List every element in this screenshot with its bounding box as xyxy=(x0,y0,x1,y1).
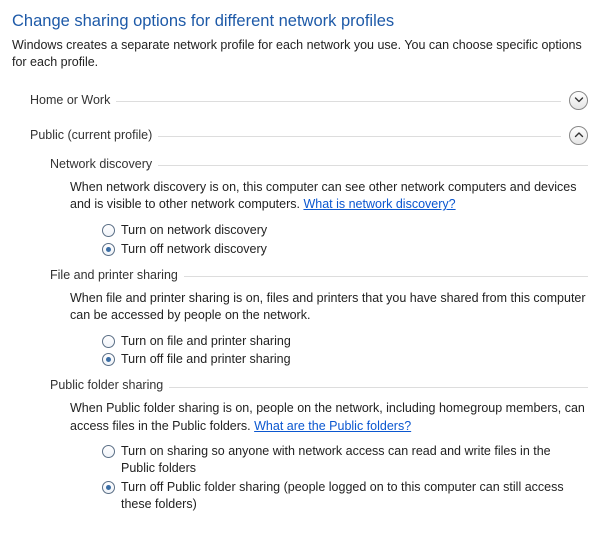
profile-public: Public (current profile) Network discove… xyxy=(12,124,588,513)
profile-home-or-work-header[interactable]: Home or Work xyxy=(30,89,588,112)
divider xyxy=(169,387,588,388)
radio-label: Turn on file and printer sharing xyxy=(121,333,588,350)
radio-file-printer-off[interactable]: Turn off file and printer sharing xyxy=(102,351,588,368)
divider xyxy=(158,165,588,166)
divider xyxy=(184,276,588,277)
link-what-are-public-folders[interactable]: What are the Public folders? xyxy=(254,419,411,433)
radio-file-printer-on[interactable]: Turn on file and printer sharing xyxy=(102,333,588,350)
radio-public-folder-off[interactable]: Turn off Public folder sharing (people l… xyxy=(102,479,588,513)
chevron-up-icon[interactable] xyxy=(569,126,588,145)
radio-label: Turn on network discovery xyxy=(121,222,588,239)
chevron-down-icon[interactable] xyxy=(569,91,588,110)
profile-public-header[interactable]: Public (current profile) xyxy=(30,124,588,147)
section-network-discovery: Network discovery When network discovery… xyxy=(50,157,588,258)
radio-network-discovery-off[interactable]: Turn off network discovery xyxy=(102,241,588,258)
radio-icon xyxy=(102,445,115,458)
profile-public-title: Public (current profile) xyxy=(30,128,152,142)
radio-label: Turn off file and printer sharing xyxy=(121,351,588,368)
page-title: Change sharing options for different net… xyxy=(12,12,588,31)
profile-home-or-work-title: Home or Work xyxy=(30,93,110,107)
radio-label: Turn off Public folder sharing (people l… xyxy=(121,479,588,513)
section-network-discovery-desc: When network discovery is on, this compu… xyxy=(70,179,588,214)
radio-label: Turn on sharing so anyone with network a… xyxy=(121,443,588,477)
section-file-printer-sharing-desc: When file and printer sharing is on, fil… xyxy=(70,290,588,325)
section-file-printer-sharing-title: File and printer sharing xyxy=(50,268,178,282)
radio-label: Turn off network discovery xyxy=(121,241,588,258)
divider xyxy=(116,101,561,102)
radio-network-discovery-on[interactable]: Turn on network discovery xyxy=(102,222,588,239)
link-what-is-network-discovery[interactable]: What is network discovery? xyxy=(303,197,455,211)
radio-icon xyxy=(102,335,115,348)
profile-home-or-work: Home or Work xyxy=(12,89,588,112)
radio-icon xyxy=(102,481,115,494)
divider xyxy=(158,136,561,137)
radio-icon xyxy=(102,243,115,256)
radio-icon xyxy=(102,224,115,237)
section-file-printer-sharing: File and printer sharing When file and p… xyxy=(50,268,588,369)
section-public-folder-sharing-desc: When Public folder sharing is on, people… xyxy=(70,400,588,435)
radio-icon xyxy=(102,353,115,366)
section-public-folder-sharing: Public folder sharing When Public folder… xyxy=(50,378,588,513)
section-public-folder-sharing-title: Public folder sharing xyxy=(50,378,163,392)
section-network-discovery-title: Network discovery xyxy=(50,157,152,171)
page-intro: Windows creates a separate network profi… xyxy=(12,37,588,71)
radio-public-folder-on[interactable]: Turn on sharing so anyone with network a… xyxy=(102,443,588,477)
